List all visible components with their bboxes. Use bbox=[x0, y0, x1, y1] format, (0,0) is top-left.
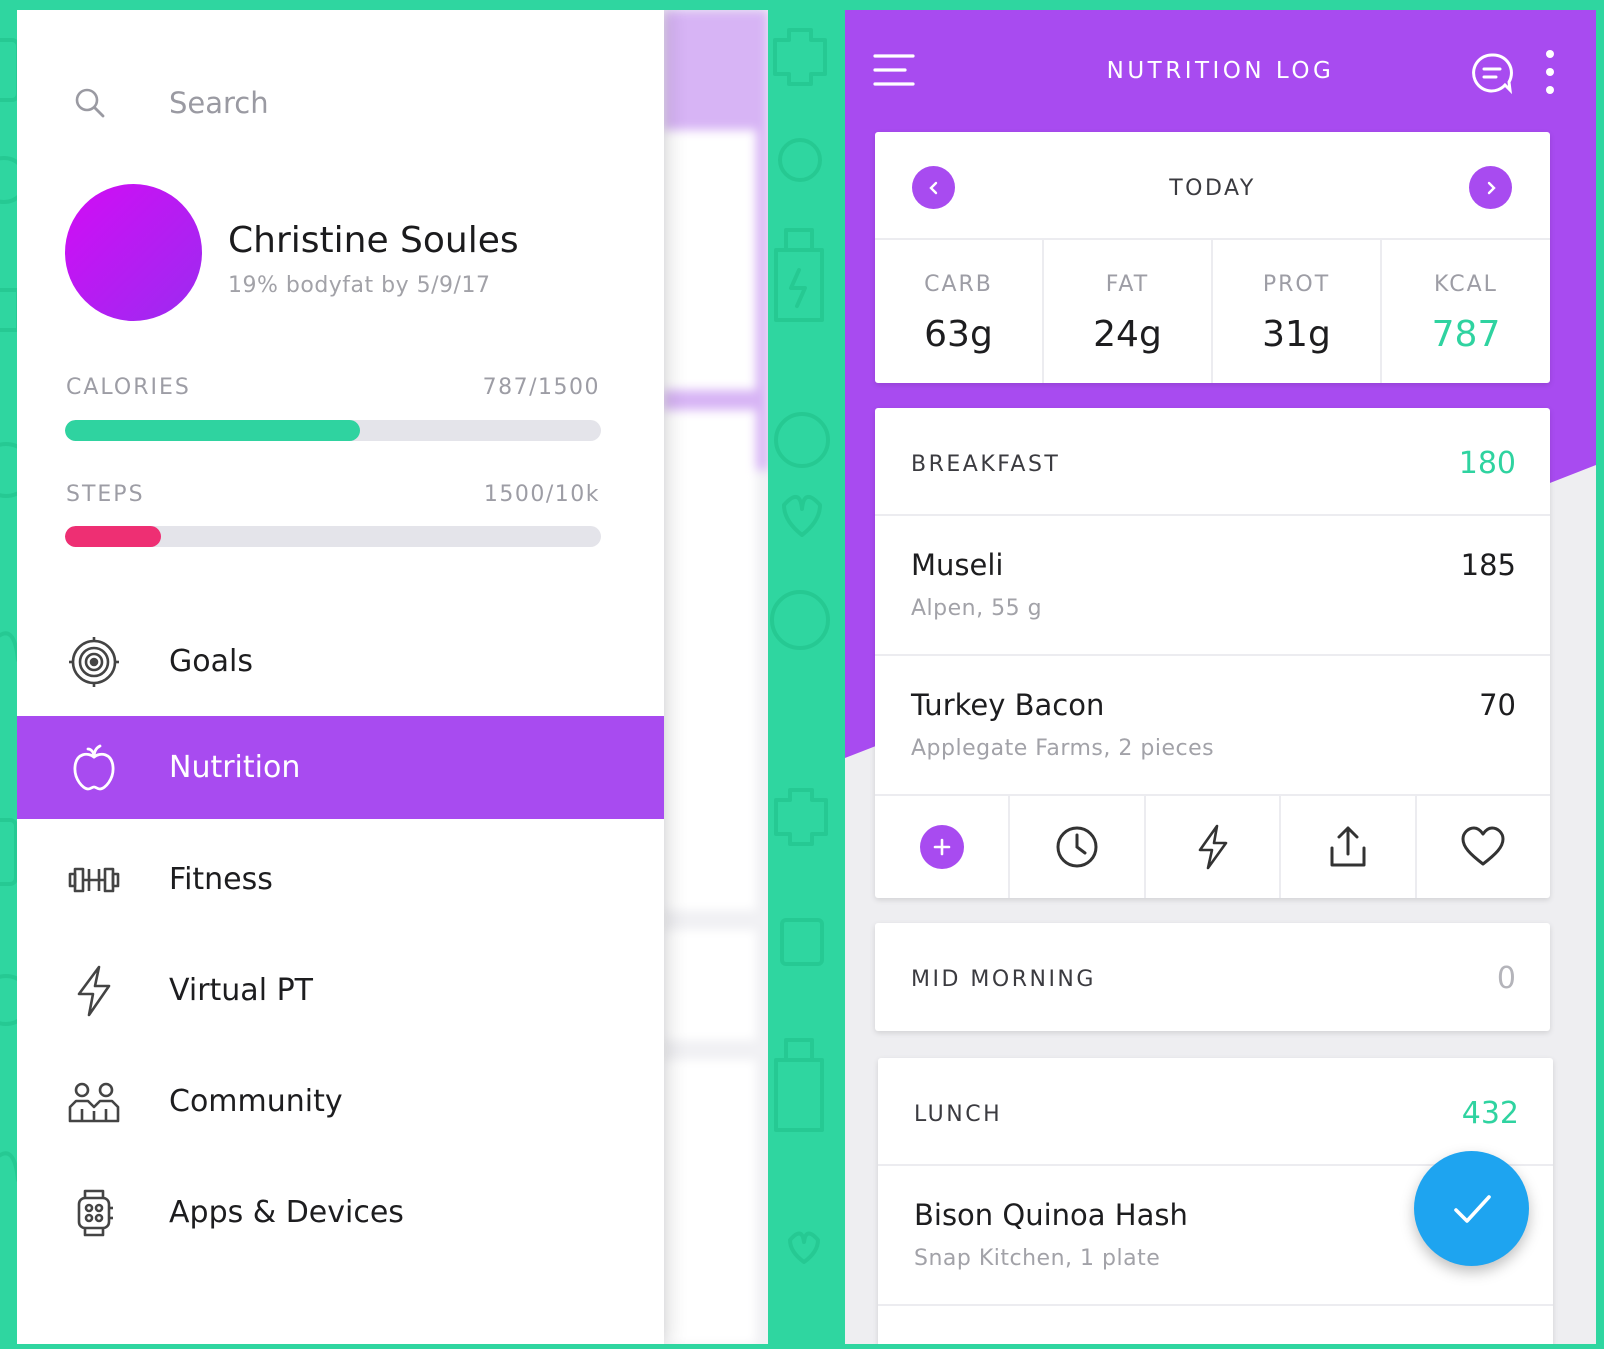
macro-prot: PROT 31g bbox=[1211, 240, 1380, 383]
nav-item-nutrition[interactable]: Nutrition bbox=[17, 716, 664, 819]
dumbbell-icon bbox=[65, 851, 123, 909]
meal-header[interactable]: LUNCH 432 bbox=[878, 1058, 1553, 1166]
calories-stat-header: CALORIES 787/1500 bbox=[66, 375, 600, 400]
daily-summary-card: TODAY CARB 63g FAT 24g PROT 31g KCAL 787 bbox=[875, 132, 1550, 383]
nav-label-goals: Goals bbox=[169, 644, 253, 679]
checkmark-icon bbox=[1453, 1194, 1491, 1223]
chat-icon[interactable] bbox=[1471, 52, 1513, 94]
meal-actions bbox=[875, 796, 1550, 898]
meal-header[interactable]: BREAKFAST 180 bbox=[875, 408, 1550, 516]
steps-stat-header: STEPS 1500/10k bbox=[66, 482, 600, 507]
food-calories: 70 bbox=[1479, 688, 1516, 722]
meal-title: MID MORNING bbox=[911, 967, 1096, 992]
nav-item-community[interactable]: Community bbox=[17, 1050, 664, 1153]
background-app-preview bbox=[664, 10, 768, 1344]
calories-progress-fill bbox=[65, 420, 360, 441]
chevron-right-icon bbox=[1487, 181, 1496, 194]
nutrition-log-screen: NUTRITION LOG TODAY CARB 63g FAT 24g PRO… bbox=[845, 10, 1596, 1344]
calories-label: CALORIES bbox=[66, 375, 191, 400]
lightning-icon bbox=[1198, 824, 1227, 870]
food-item[interactable]: Museli Alpen, 55 g 185 bbox=[875, 516, 1550, 656]
macro-value: 24g bbox=[1093, 314, 1162, 355]
avatar[interactable] bbox=[65, 184, 202, 321]
ghost-card bbox=[664, 930, 756, 1040]
people-icon bbox=[65, 1073, 123, 1131]
meal-total: 432 bbox=[1461, 1096, 1519, 1131]
macro-value: 63g bbox=[924, 314, 993, 355]
target-icon bbox=[65, 633, 123, 691]
ghost-card bbox=[664, 130, 756, 390]
share-button[interactable] bbox=[1279, 796, 1414, 898]
search-icon bbox=[75, 88, 105, 118]
food-name: Bison Quinoa Hash bbox=[914, 1198, 1188, 1232]
food-description: Alpen, 55 g bbox=[911, 596, 1043, 621]
food-calories: 185 bbox=[1460, 548, 1516, 582]
steps-progress-bar bbox=[65, 526, 601, 547]
meal-card-breakfast: BREAKFAST 180 Museli Alpen, 55 g 185 Tur… bbox=[875, 408, 1550, 898]
macro-value: 787 bbox=[1431, 314, 1501, 355]
confirm-fab[interactable] bbox=[1414, 1151, 1529, 1266]
date-label: TODAY bbox=[1169, 176, 1256, 201]
steps-label: STEPS bbox=[66, 482, 145, 507]
steps-value: 1500/10k bbox=[483, 482, 600, 507]
clock-icon bbox=[1056, 826, 1098, 868]
macro-fat: FAT 24g bbox=[1042, 240, 1211, 383]
calories-value: 787/1500 bbox=[482, 375, 600, 400]
meal-card-mid-morning: MID MORNING 0 bbox=[875, 923, 1550, 1031]
quick-add-button[interactable] bbox=[1143, 796, 1279, 898]
profile-name: Christine Soules bbox=[228, 220, 519, 261]
macro-label: PROT bbox=[1262, 272, 1331, 297]
search-bar[interactable]: Search bbox=[73, 78, 269, 128]
recent-button[interactable] bbox=[1008, 796, 1143, 898]
macro-label: FAT bbox=[1105, 272, 1150, 297]
ghost-card bbox=[664, 410, 756, 910]
nav-item-apps-devices[interactable]: Apps & Devices bbox=[17, 1161, 664, 1264]
add-food-button[interactable] bbox=[875, 796, 1008, 898]
nav-label-community: Community bbox=[169, 1084, 343, 1119]
share-icon bbox=[1330, 826, 1366, 867]
food-name: Turkey Bacon bbox=[911, 688, 1105, 722]
macro-value: 31g bbox=[1262, 314, 1331, 355]
app-bar: NUTRITION LOG bbox=[845, 10, 1596, 135]
search-input[interactable]: Search bbox=[169, 86, 269, 120]
drawer-screen: Search Christine Soules 19% bodyfat by 5… bbox=[17, 10, 768, 1344]
nav-item-goals[interactable]: Goals bbox=[17, 610, 664, 713]
apple-icon bbox=[65, 739, 123, 797]
food-description: Applegate Farms, 2 pieces bbox=[911, 736, 1215, 761]
next-day-button[interactable] bbox=[1469, 166, 1512, 209]
nav-label-apps-devices: Apps & Devices bbox=[169, 1195, 404, 1230]
meal-header[interactable]: MID MORNING 0 bbox=[875, 923, 1550, 1031]
food-description: Snap Kitchen, 1 plate bbox=[914, 1246, 1161, 1271]
lightning-icon bbox=[65, 962, 123, 1020]
food-name: Museli bbox=[911, 548, 1004, 582]
steps-progress-fill bbox=[65, 526, 162, 547]
ghost-card bbox=[664, 1060, 756, 1344]
date-selector: TODAY bbox=[875, 132, 1550, 240]
nav-label-nutrition: Nutrition bbox=[169, 750, 301, 785]
profile-goal: 19% bodyfat by 5/9/17 bbox=[228, 273, 491, 298]
meal-total: 0 bbox=[1496, 961, 1516, 996]
nav-item-virtual-pt[interactable]: Virtual PT bbox=[17, 939, 664, 1042]
nav-item-fitness[interactable]: Fitness bbox=[17, 828, 664, 931]
nav-label-virtual-pt: Virtual PT bbox=[169, 973, 313, 1008]
navigation-drawer: Search Christine Soules 19% bodyfat by 5… bbox=[17, 10, 664, 1344]
add-icon bbox=[919, 825, 964, 869]
more-options-icon[interactable] bbox=[1535, 50, 1565, 94]
macro-carb: CARB 63g bbox=[875, 240, 1042, 383]
macro-label: KCAL bbox=[1434, 272, 1498, 297]
calories-progress-bar bbox=[65, 420, 601, 441]
macro-label: CARB bbox=[924, 272, 993, 297]
food-item[interactable]: Turkey Bacon Applegate Farms, 2 pieces 7… bbox=[875, 656, 1550, 796]
nav-label-fitness: Fitness bbox=[169, 862, 273, 897]
favorite-button[interactable] bbox=[1414, 796, 1550, 898]
meal-total: 180 bbox=[1458, 446, 1516, 481]
meal-title: LUNCH bbox=[914, 1102, 1003, 1127]
smartwatch-icon bbox=[65, 1184, 123, 1242]
macro-kcal: KCAL 787 bbox=[1380, 240, 1550, 383]
meal-title: BREAKFAST bbox=[911, 452, 1061, 477]
heart-icon bbox=[1461, 826, 1505, 866]
